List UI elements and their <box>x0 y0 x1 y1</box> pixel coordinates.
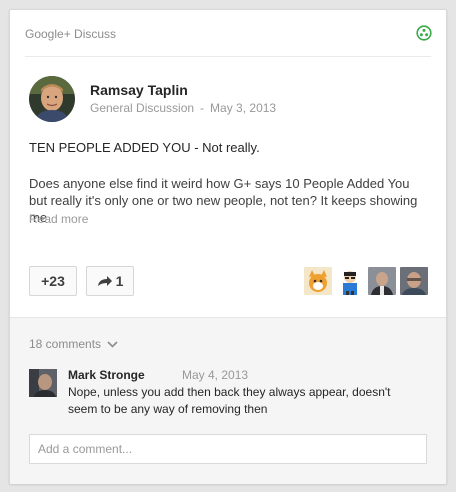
comment-author[interactable]: Mark Stronge <box>68 368 145 382</box>
comment-date: May 4, 2013 <box>182 368 249 382</box>
plus-one-button[interactable]: +23 <box>29 266 77 296</box>
pluser-avatar[interactable] <box>336 267 364 295</box>
chevron-down-icon <box>107 340 118 348</box>
share-arrow-icon <box>97 276 112 286</box>
post-date[interactable]: May 3, 2013 <box>210 101 276 115</box>
add-comment-input[interactable] <box>29 434 427 464</box>
pluser-avatar[interactable] <box>304 267 332 295</box>
pluser-avatar[interactable] <box>368 267 396 295</box>
post-title: TEN PEOPLE ADDED YOU - Not really. <box>29 140 260 155</box>
meta-separator: - <box>200 101 205 115</box>
commenter-avatar[interactable] <box>29 369 57 397</box>
post-category[interactable]: General Discussion <box>90 101 194 115</box>
read-more-link[interactable]: Read more <box>29 212 88 226</box>
pluser-avatar[interactable] <box>400 267 428 295</box>
header-divider <box>25 56 431 57</box>
author-avatar[interactable] <box>29 76 75 122</box>
community-circle-icon[interactable] <box>416 25 432 41</box>
author-name[interactable]: Ramsay Taplin <box>90 82 188 98</box>
comments-toggle[interactable]: 18 comments <box>29 337 118 351</box>
plus-one-count: +23 <box>41 273 65 289</box>
post-card: Google+ Discuss Ramsay Taplin General Di… <box>9 9 447 484</box>
post-meta: General Discussion - May 3, 2013 <box>90 101 276 115</box>
comments-section: 18 comments Mark Stronge May 4, 2013 Nop… <box>10 317 446 484</box>
comments-count: 18 comments <box>29 337 102 351</box>
share-button[interactable]: 1 <box>86 266 134 296</box>
comment-text: Nope, unless you add then back they alwa… <box>68 385 391 416</box>
share-count: 1 <box>115 273 124 289</box>
card-header: Google+ Discuss <box>10 10 446 56</box>
plusers-list <box>304 267 428 295</box>
community-name[interactable]: Google+ Discuss <box>25 27 116 41</box>
post-body: Does anyone else find it weird how G+ sa… <box>29 176 418 225</box>
